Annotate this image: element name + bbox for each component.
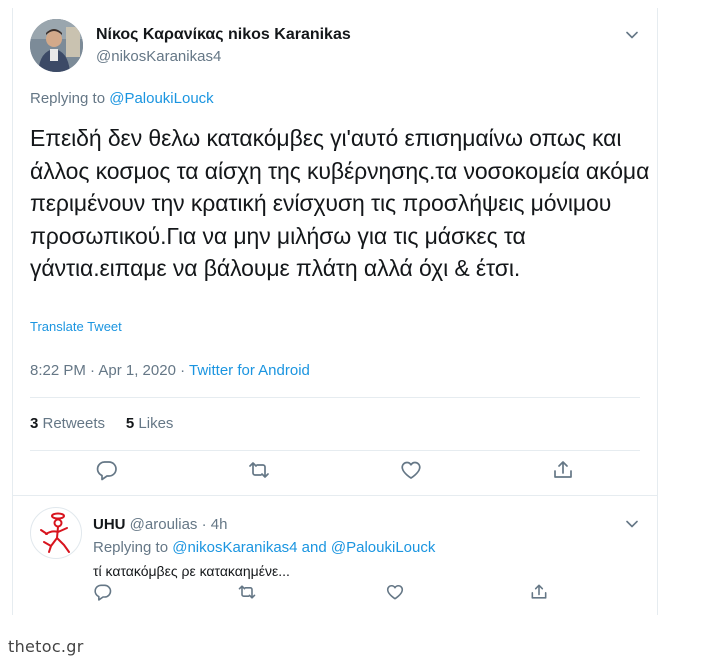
reply-replying-prefix: Replying to <box>93 539 173 556</box>
reply-icon[interactable] <box>95 458 119 482</box>
retweets-stat[interactable]: 3 Retweets <box>30 415 105 432</box>
tweet-source-link[interactable]: Twitter for Android <box>189 362 310 379</box>
divider <box>30 397 640 398</box>
replying-to: Replying to @PaloukiLouck <box>30 90 214 107</box>
retweets-label: Retweets <box>38 415 106 432</box>
reply-text: τί κατακόμβες ρε κατακαημένε... <box>93 563 290 579</box>
reply-replying-to: Replying to @nikosKaranikas4 and @Palouk… <box>93 539 435 556</box>
tweet-meta: 8:22 PM · Apr 1, 2020 · Twitter for Andr… <box>30 362 310 379</box>
reply-mention-2[interactable]: @PaloukiLouck <box>331 539 435 556</box>
reply-icon[interactable] <box>93 582 113 602</box>
tweet-text: Επειδή δεν θελω κατακόμβες γι'αυτό επιση… <box>30 125 650 281</box>
tweet-card: Νίκος Καρανίκας nikos Karanikas @nikosKa… <box>12 8 658 615</box>
retweet-icon[interactable] <box>247 458 271 482</box>
chevron-down-icon[interactable] <box>625 28 639 42</box>
likes-stat[interactable]: 5 Likes <box>126 415 174 432</box>
divider <box>30 450 640 451</box>
like-icon[interactable] <box>399 458 423 482</box>
chevron-down-icon[interactable] <box>625 517 639 531</box>
likes-label: Likes <box>134 415 174 432</box>
source-watermark: thetoc.gr <box>8 637 84 656</box>
retweet-icon[interactable] <box>237 582 257 602</box>
replying-to-link[interactable]: @PaloukiLouck <box>109 90 213 107</box>
translate-tweet-link[interactable]: Translate Tweet <box>30 319 122 334</box>
divider <box>13 495 657 496</box>
share-icon[interactable] <box>551 458 575 482</box>
author-avatar[interactable] <box>30 19 83 72</box>
like-icon[interactable] <box>385 582 405 602</box>
reply-age[interactable]: · 4h <box>197 516 228 533</box>
author-handle[interactable]: @nikosKaranikas4 <box>96 48 221 65</box>
tweet-stats: 3 Retweets 5 Likes <box>30 415 173 432</box>
reply-mention-1[interactable]: @nikosKaranikas4 <box>172 539 297 556</box>
reply-author-avatar[interactable] <box>30 507 82 559</box>
reply-author: UHU @aroulias · 4h <box>93 516 227 533</box>
share-icon[interactable] <box>529 582 549 602</box>
reply-and: and <box>297 539 331 556</box>
reply-author-name[interactable]: UHU <box>93 516 126 533</box>
reply-author-handle[interactable]: @aroulias <box>130 516 198 533</box>
likes-count: 5 <box>125 415 135 432</box>
author-name[interactable]: Νίκος Καρανίκας nikos Karanikas <box>96 26 351 44</box>
replying-prefix: Replying to <box>30 90 110 107</box>
tweet-timestamp[interactable]: 8:22 PM · Apr 1, 2020 · <box>30 362 189 379</box>
